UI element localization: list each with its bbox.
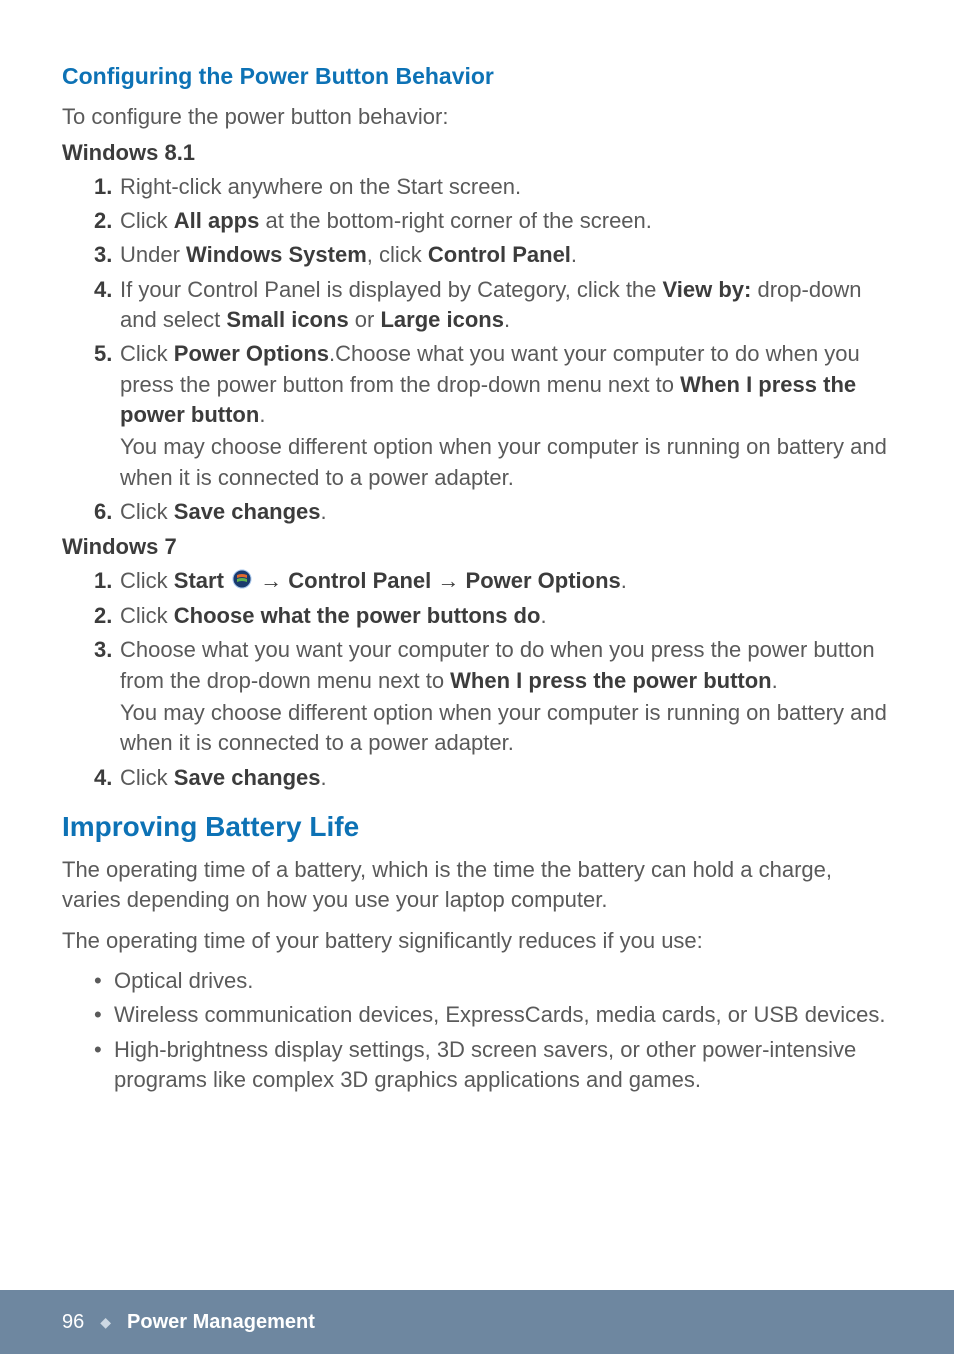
step-text: Click [120,568,174,593]
step-text: Under [120,242,186,267]
bold-text: When I press the power button [450,668,771,693]
step-item: 5. Click Power Options.Choose what you w… [94,339,892,493]
step-item: 2. Click All apps at the bottom-right co… [94,206,892,236]
step-item: 1. Click Start → Control Panel → Power O… [94,566,892,597]
step-text: Click [120,765,174,790]
heading-windows-81: Windows 8.1 [62,140,892,166]
steps-windows-7: 1. Click Start → Control Panel → Power O… [62,566,892,794]
list-item: High-brightness display settings, 3D scr… [94,1035,892,1096]
step-number: 5. [94,339,112,369]
bold-text: Save changes [174,765,321,790]
step-text: Click [120,341,174,366]
step-number: 2. [94,601,112,631]
step-item: 3. Choose what you want your computer to… [94,635,892,758]
bold-text: Start [174,568,230,593]
page-content: Configuring the Power Button Behavior To… [0,0,954,1096]
step-text: Click [120,208,174,233]
steps-windows-81: 1. Right-click anywhere on the Start scr… [62,172,892,528]
step-subtext: You may choose different option when you… [120,696,892,759]
step-text: . [321,499,327,524]
step-text: or [349,307,381,332]
paragraph: The operating time of your battery signi… [62,926,892,956]
heading-config-power-button: Configuring the Power Button Behavior [62,62,892,92]
bold-text: Power Options [466,568,621,593]
list-item: Optical drives. [94,966,892,996]
bold-text: View by: [663,277,752,302]
step-number: 6. [94,497,112,527]
paragraph: The operating time of a battery, which i… [62,855,892,916]
step-text: at the bottom-right corner of the screen… [259,208,652,233]
step-item: 4. If your Control Panel is displayed by… [94,275,892,336]
bold-text: All apps [174,208,260,233]
step-text: Click [120,603,174,628]
step-subtext: You may choose different option when you… [120,430,892,493]
step-number: 4. [94,275,112,305]
bold-text: Small icons [226,307,348,332]
step-text: . [504,307,510,332]
diamond-separator-icon: ◆ [100,1314,111,1331]
bullet-list: Optical drives. Wireless communication d… [62,966,892,1095]
bold-text: Large icons [380,307,503,332]
step-number: 1. [94,172,112,202]
step-text: . [621,568,627,593]
bold-text: Power Options [174,341,329,366]
intro-text: To configure the power button behavior: [62,102,892,132]
step-number: 4. [94,763,112,793]
step-text: , click [367,242,428,267]
step-item: 2. Click Choose what the power buttons d… [94,601,892,631]
step-number: 2. [94,206,112,236]
section-title: Power Management [127,1311,315,1334]
step-text: . [772,668,778,693]
step-text: Right-click anywhere on the Start screen… [120,174,521,199]
step-text: Click [120,499,174,524]
heading-improving-battery-life: Improving Battery Life [62,811,892,843]
page-footer: 96 ◆ Power Management [0,1290,954,1354]
arrow-icon: → [431,568,465,593]
step-item: 4. Click Save changes. [94,763,892,793]
step-number: 3. [94,635,112,665]
bold-text: Choose what the power buttons do [174,603,541,628]
page-number: 96 [62,1311,84,1334]
step-text: . [259,402,265,427]
step-number: 3. [94,240,112,270]
bold-text: Control Panel [288,568,431,593]
windows-start-orb-icon [232,567,252,597]
heading-windows-7: Windows 7 [62,534,892,560]
bold-text: Control Panel [428,242,571,267]
step-text: . [571,242,577,267]
bold-text: Save changes [174,499,321,524]
step-item: 1. Right-click anywhere on the Start scr… [94,172,892,202]
step-text: If your Control Panel is displayed by Ca… [120,277,663,302]
list-item: Wireless communication devices, ExpressC… [94,1000,892,1030]
step-item: 3. Under Windows System, click Control P… [94,240,892,270]
arrow-icon: → [254,568,288,593]
bold-text: Windows System [186,242,367,267]
step-item: 6. Click Save changes. [94,497,892,527]
step-number: 1. [94,566,112,596]
step-text: . [321,765,327,790]
step-text: . [540,603,546,628]
